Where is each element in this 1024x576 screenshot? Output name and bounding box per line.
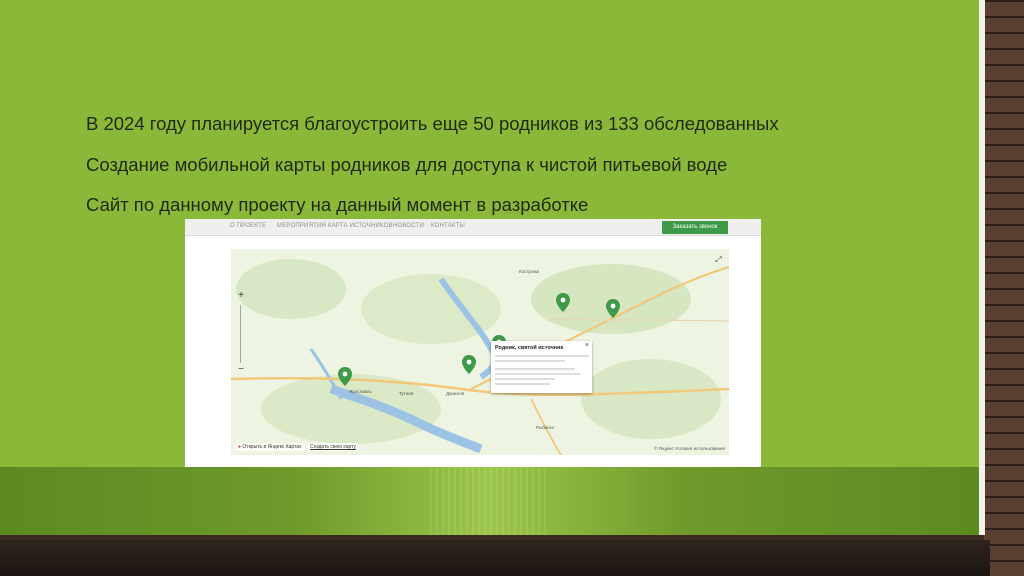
city-label: Рыбинск (536, 425, 555, 430)
open-in-yandex-link[interactable]: ● Открыть в Яндекс Картах (235, 443, 305, 451)
nav-events[interactable]: МЕРОПРИЯТИЯ (277, 223, 326, 229)
nav-news[interactable]: НОВОСТИ (393, 223, 424, 229)
nav-about[interactable]: О ПРОЕКТЕ (230, 223, 266, 229)
city-label: Тутаев (399, 391, 414, 396)
background-strip (0, 540, 990, 576)
zoom-out-button[interactable]: − (236, 365, 246, 375)
zoom-control: + − (236, 291, 246, 377)
popup-text-line (495, 355, 589, 357)
bullet-2: Создание мобильной карты родников для до… (86, 154, 728, 175)
bullet-3: Сайт по данному проекту на данный момент… (86, 194, 589, 215)
city-label: Ярославль (349, 389, 372, 394)
zoom-in-button[interactable]: + (236, 291, 246, 301)
map-attribution: © Яндекс Условия использования (654, 446, 725, 451)
fullscreen-icon[interactable]: ⤢ (714, 255, 723, 264)
slide-footer-band (0, 467, 979, 535)
map-popup: Родник, святой источник × (491, 341, 592, 393)
popup-title: Родник, святой источник (495, 345, 564, 351)
city-label: Кострома (519, 269, 540, 274)
yandex-map[interactable]: Ярославль Кострома Данилов Тутаев Рыбинс… (231, 249, 729, 455)
call-request-button[interactable]: Заказать звонок (662, 221, 728, 234)
city-label: Данилов (446, 391, 465, 396)
map-pin-icon: ● (238, 444, 242, 450)
nav-contacts[interactable]: КОНТАКТЫ (431, 223, 465, 229)
open-in-yandex-label: Открыть в Яндекс Картах (242, 444, 302, 450)
popup-text-line (495, 373, 580, 375)
popup-text-line (495, 383, 550, 385)
nav-source-map[interactable]: КАРТА ИСТОЧНИКОВ (328, 223, 393, 229)
popup-text-line (495, 378, 555, 380)
zoom-slider[interactable] (240, 305, 241, 363)
website-screenshot: О ПРОЕКТЕ МЕРОПРИЯТИЯ КАРТА ИСТОЧНИКОВ Н… (185, 219, 761, 467)
bullet-1: В 2024 году планируется благоустроить ещ… (86, 113, 779, 134)
create-map-link[interactable]: Создать свою карту (307, 443, 360, 451)
brick-wall-background (984, 0, 1024, 576)
site-nav-bar: О ПРОЕКТЕ МЕРОПРИЯТИЯ КАРТА ИСТОЧНИКОВ Н… (185, 219, 761, 236)
map-terrain (231, 259, 729, 455)
close-icon[interactable]: × (585, 342, 589, 349)
popup-text-line (495, 360, 565, 362)
popup-text-line (495, 368, 575, 370)
